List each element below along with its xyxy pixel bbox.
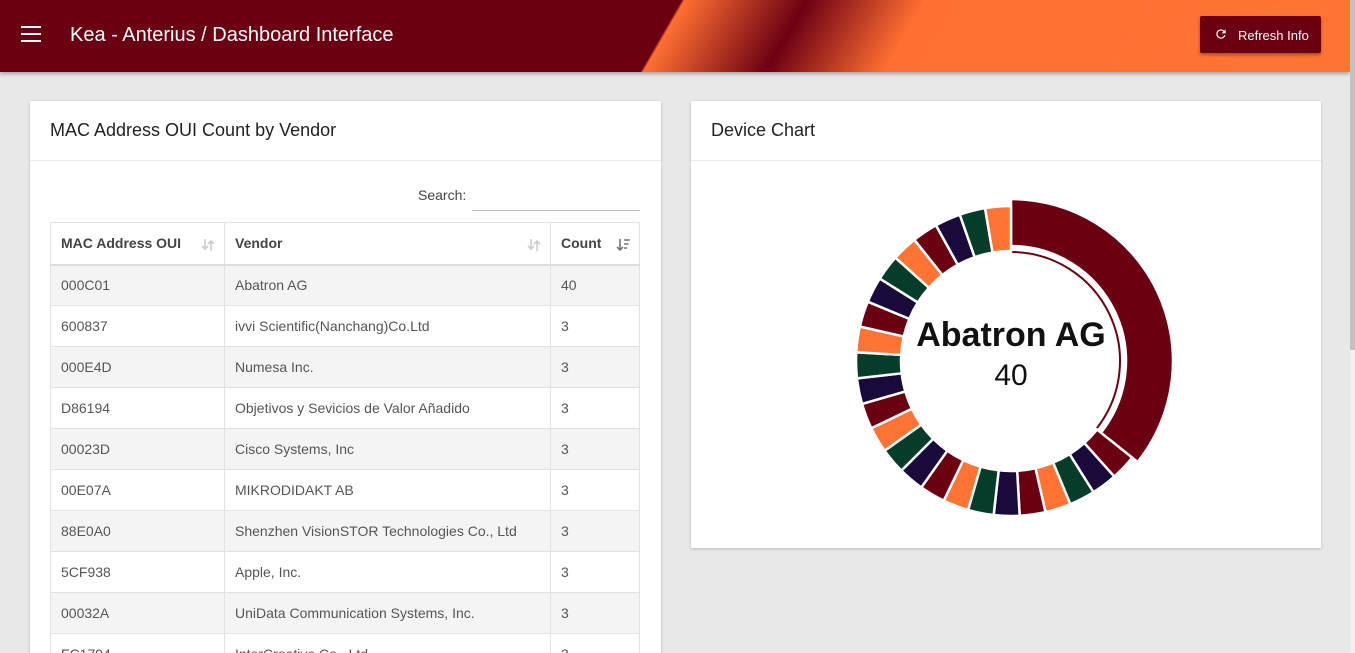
oui-cell: 5CF938 [50, 551, 225, 593]
app-bar: Kea - Anterius / Dashboard Interface Ref… [0, 0, 1350, 72]
table-row[interactable]: 00E07A MIKRODIDAKT AB 3 [50, 469, 640, 511]
oui-cell: FC1794 [50, 633, 225, 653]
vendor-cell: InterCreative Co., Ltd [224, 633, 551, 653]
count-cell: 3 [550, 305, 640, 347]
refresh-icon [1216, 29, 1226, 39]
vendor-cell: Shenzhen VisionSTOR Technologies Co., Lt… [224, 510, 551, 552]
column-header-count[interactable]: Count [550, 222, 640, 266]
count-cell: 3 [550, 387, 640, 429]
vendor-cell: Cisco Systems, Inc [224, 428, 551, 470]
table-row[interactable]: D86194 Objetivos y Sevicios de Valor Añad… [50, 387, 640, 429]
column-header-label: MAC Address OUI [61, 235, 182, 252]
oui-table: MAC Address OUI Vendor Count 000C01 Abat… [50, 222, 640, 653]
center-label: Abatron AG [916, 316, 1106, 354]
count-cell: 3 [550, 633, 640, 653]
search-label: Search: [418, 187, 467, 203]
table-row[interactable]: 00032A UniData Communication Systems, Inc… [50, 592, 640, 634]
oui-cell: 00023D [50, 428, 225, 470]
column-header-vendor[interactable]: Vendor [224, 222, 551, 266]
vendor-cell: Apple, Inc. [224, 551, 551, 593]
refresh-info-label: Refresh Info [1238, 28, 1309, 43]
device-chart-card: Device Chart Abatron AG 40 [691, 101, 1321, 548]
vendor-cell: MIKRODIDAKT AB [224, 469, 551, 511]
oui-cell: 88E0A0 [50, 510, 225, 552]
oui-cell: 00032A [50, 592, 225, 634]
oui-cell: D86194 [50, 387, 225, 429]
scrollbar-thumb[interactable] [1350, 0, 1355, 350]
table-row[interactable]: 000C01 Abatron AG 40 [50, 264, 640, 306]
count-cell: 3 [550, 469, 640, 511]
sort-descending-icon [616, 239, 630, 252]
app-title: Kea - Anterius / Dashboard Interface [70, 24, 394, 46]
sort-both-icon [527, 239, 541, 251]
table-row[interactable]: 600837 ivvi Scientific(Nanchang)Co.Ltd 3 [50, 305, 640, 347]
center-value: 40 [994, 359, 1027, 392]
device-donut-chart: Abatron AG 40 [854, 197, 1175, 518]
vendor-cell: Abatron AG [224, 264, 551, 306]
vendor-cell: ivvi Scientific(Nanchang)Co.Ltd [224, 305, 551, 347]
oui-cell: 00E07A [50, 469, 225, 511]
oui-table-card: MAC Address OUI Count by Vendor Search: … [30, 101, 661, 653]
column-header-oui[interactable]: MAC Address OUI [50, 222, 225, 266]
pie-slice[interactable] [854, 350, 904, 380]
count-cell: 3 [550, 428, 640, 470]
oui-cell: 600837 [50, 305, 225, 347]
search-input[interactable] [472, 181, 640, 211]
vendor-cell: Objetivos y Sevicios de Valor Añadido [224, 387, 551, 429]
oui-card-title: MAC Address OUI Count by Vendor [30, 101, 661, 161]
vendor-cell: UniData Communication Systems, Inc. [224, 592, 551, 634]
table-row[interactable]: 88E0A0 Shenzhen VisionSTOR Technologies C… [50, 510, 640, 552]
count-cell: 3 [550, 551, 640, 593]
count-cell: 40 [550, 264, 640, 306]
table-header-row: MAC Address OUI Vendor Count [50, 222, 640, 266]
oui-cell: 000E4D [50, 346, 225, 388]
oui-cell: 000C01 [50, 264, 225, 306]
menu-icon[interactable] [21, 26, 41, 42]
page-scrollbar[interactable] [1350, 0, 1355, 653]
column-header-label: Vendor [235, 235, 283, 252]
count-cell: 3 [550, 592, 640, 634]
vendor-cell: Numesa Inc. [224, 346, 551, 388]
sort-both-icon [201, 239, 215, 251]
column-header-label: Count [561, 235, 602, 252]
count-cell: 3 [550, 510, 640, 552]
chart-card-title: Device Chart [691, 101, 1321, 161]
table-row[interactable]: FC1794InterCreative Co., Ltd3 [50, 633, 640, 653]
table-row[interactable]: 00023D Cisco Systems, Inc 3 [50, 428, 640, 470]
table-row[interactable]: 000E4D Numesa Inc. 3 [50, 346, 640, 388]
table-row[interactable]: 5CF938 Apple, Inc. 3 [50, 551, 640, 593]
refresh-info-button[interactable]: Refresh Info [1200, 16, 1321, 53]
count-cell: 3 [550, 346, 640, 388]
